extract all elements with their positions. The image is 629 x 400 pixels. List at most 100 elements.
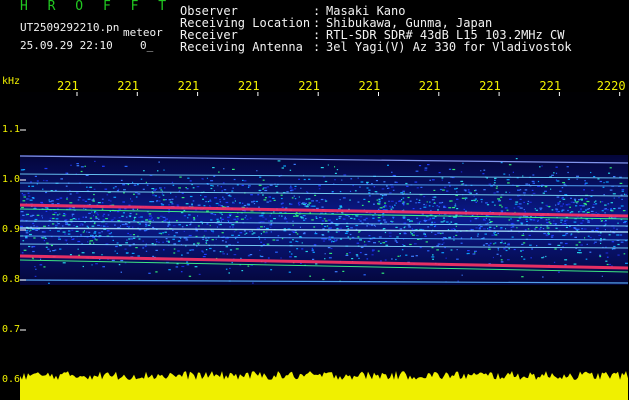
noise-speckle bbox=[437, 232, 441, 234]
noise-speckle bbox=[97, 202, 101, 204]
noise-speckle bbox=[590, 171, 592, 174]
noise-speckle bbox=[129, 234, 132, 236]
noise-speckle bbox=[395, 202, 397, 204]
noise-speckle bbox=[30, 181, 32, 183]
noise-speckle bbox=[273, 218, 276, 220]
noise-speckle bbox=[39, 264, 43, 266]
noise-speckle bbox=[522, 175, 524, 177]
noise-speckle bbox=[349, 199, 351, 201]
noise-speckle bbox=[121, 223, 125, 226]
noise-speckle bbox=[440, 221, 444, 223]
noise-speckle bbox=[161, 190, 163, 192]
noise-speckle bbox=[599, 255, 602, 258]
noise-speckle bbox=[388, 232, 392, 234]
noise-speckle bbox=[165, 238, 168, 240]
noise-speckle bbox=[442, 189, 445, 191]
noise-speckle bbox=[76, 165, 80, 167]
noise-speckle bbox=[171, 181, 174, 183]
noise-speckle bbox=[401, 199, 403, 201]
noise-speckle bbox=[149, 222, 151, 225]
noise-speckle bbox=[239, 232, 243, 234]
noise-speckle bbox=[408, 226, 411, 228]
noise-speckle bbox=[586, 211, 590, 213]
x-tick-label: 221 bbox=[418, 79, 441, 93]
noise-speckle bbox=[361, 204, 364, 206]
noise-speckle bbox=[524, 211, 526, 213]
noise-speckle bbox=[217, 235, 220, 237]
noise-speckle bbox=[173, 235, 176, 237]
noise-speckle bbox=[93, 198, 95, 200]
noise-speckle bbox=[290, 185, 292, 187]
noise-speckle bbox=[366, 187, 369, 189]
noise-speckle bbox=[378, 202, 381, 204]
noise-speckle bbox=[515, 158, 518, 160]
noise-speckle bbox=[441, 232, 444, 234]
noise-speckle bbox=[204, 196, 207, 198]
noise-speckle bbox=[152, 219, 154, 221]
noise-speckle bbox=[72, 208, 76, 210]
noise-speckle bbox=[450, 249, 453, 251]
noise-speckle bbox=[28, 245, 31, 248]
noise-speckle bbox=[403, 192, 405, 194]
noise-speckle bbox=[260, 255, 264, 258]
noise-speckle bbox=[471, 229, 474, 231]
noise-speckle bbox=[77, 248, 79, 250]
noise-speckle bbox=[203, 253, 207, 255]
noise-speckle bbox=[391, 205, 393, 208]
noise-speckle bbox=[366, 258, 369, 260]
noise-speckle bbox=[49, 217, 53, 219]
y-tick-label: 0.9 bbox=[2, 224, 21, 235]
noise-speckle bbox=[34, 275, 37, 277]
noise-speckle bbox=[396, 181, 398, 183]
noise-speckle bbox=[545, 219, 548, 221]
noise-speckle bbox=[220, 205, 223, 207]
noise-speckle bbox=[147, 224, 151, 226]
noise-speckle bbox=[424, 167, 428, 169]
noise-speckle bbox=[424, 235, 427, 237]
noise-speckle bbox=[304, 218, 307, 220]
noise-speckle bbox=[261, 221, 265, 223]
noise-speckle bbox=[480, 170, 482, 172]
noise-speckle bbox=[601, 275, 603, 277]
noise-speckle bbox=[570, 201, 574, 203]
noise-speckle bbox=[343, 174, 347, 176]
noise-speckle bbox=[562, 234, 566, 237]
noise-speckle bbox=[262, 243, 266, 246]
noise-speckle bbox=[262, 231, 266, 233]
noise-speckle bbox=[371, 254, 374, 256]
noise-speckle bbox=[446, 221, 449, 223]
noise-speckle bbox=[106, 230, 110, 232]
noise-speckle bbox=[219, 199, 221, 201]
noise-speckle bbox=[532, 192, 536, 194]
noise-speckle bbox=[503, 243, 505, 245]
noise-speckle bbox=[164, 187, 166, 189]
noise-speckle bbox=[189, 224, 192, 226]
noise-speckle bbox=[321, 220, 325, 222]
noise-speckle bbox=[109, 200, 112, 202]
noise-speckle bbox=[75, 225, 79, 228]
noise-speckle bbox=[20, 225, 23, 227]
noise-speckle bbox=[303, 178, 306, 181]
noise-speckle bbox=[432, 205, 434, 207]
noise-speckle bbox=[356, 242, 360, 244]
noise-speckle bbox=[280, 203, 283, 205]
x-tick-label: 221 bbox=[177, 79, 200, 93]
noise-speckle bbox=[469, 220, 472, 222]
noise-speckle bbox=[441, 243, 444, 245]
noise-speckle bbox=[188, 214, 191, 216]
noise-speckle bbox=[120, 179, 123, 181]
noise-speckle bbox=[57, 236, 60, 239]
noise-speckle bbox=[559, 200, 561, 203]
noise-speckle bbox=[601, 201, 604, 203]
noise-speckle bbox=[390, 200, 394, 202]
noise-speckle bbox=[203, 235, 205, 237]
noise-speckle bbox=[564, 242, 568, 245]
noise-speckle bbox=[589, 237, 592, 239]
noise-speckle bbox=[424, 169, 428, 171]
noise-speckle bbox=[520, 250, 522, 252]
noise-speckle bbox=[217, 185, 219, 187]
noise-speckle bbox=[545, 204, 548, 206]
noise-speckle bbox=[375, 180, 378, 182]
noise-speckle bbox=[478, 227, 481, 229]
noise-speckle bbox=[442, 217, 445, 219]
